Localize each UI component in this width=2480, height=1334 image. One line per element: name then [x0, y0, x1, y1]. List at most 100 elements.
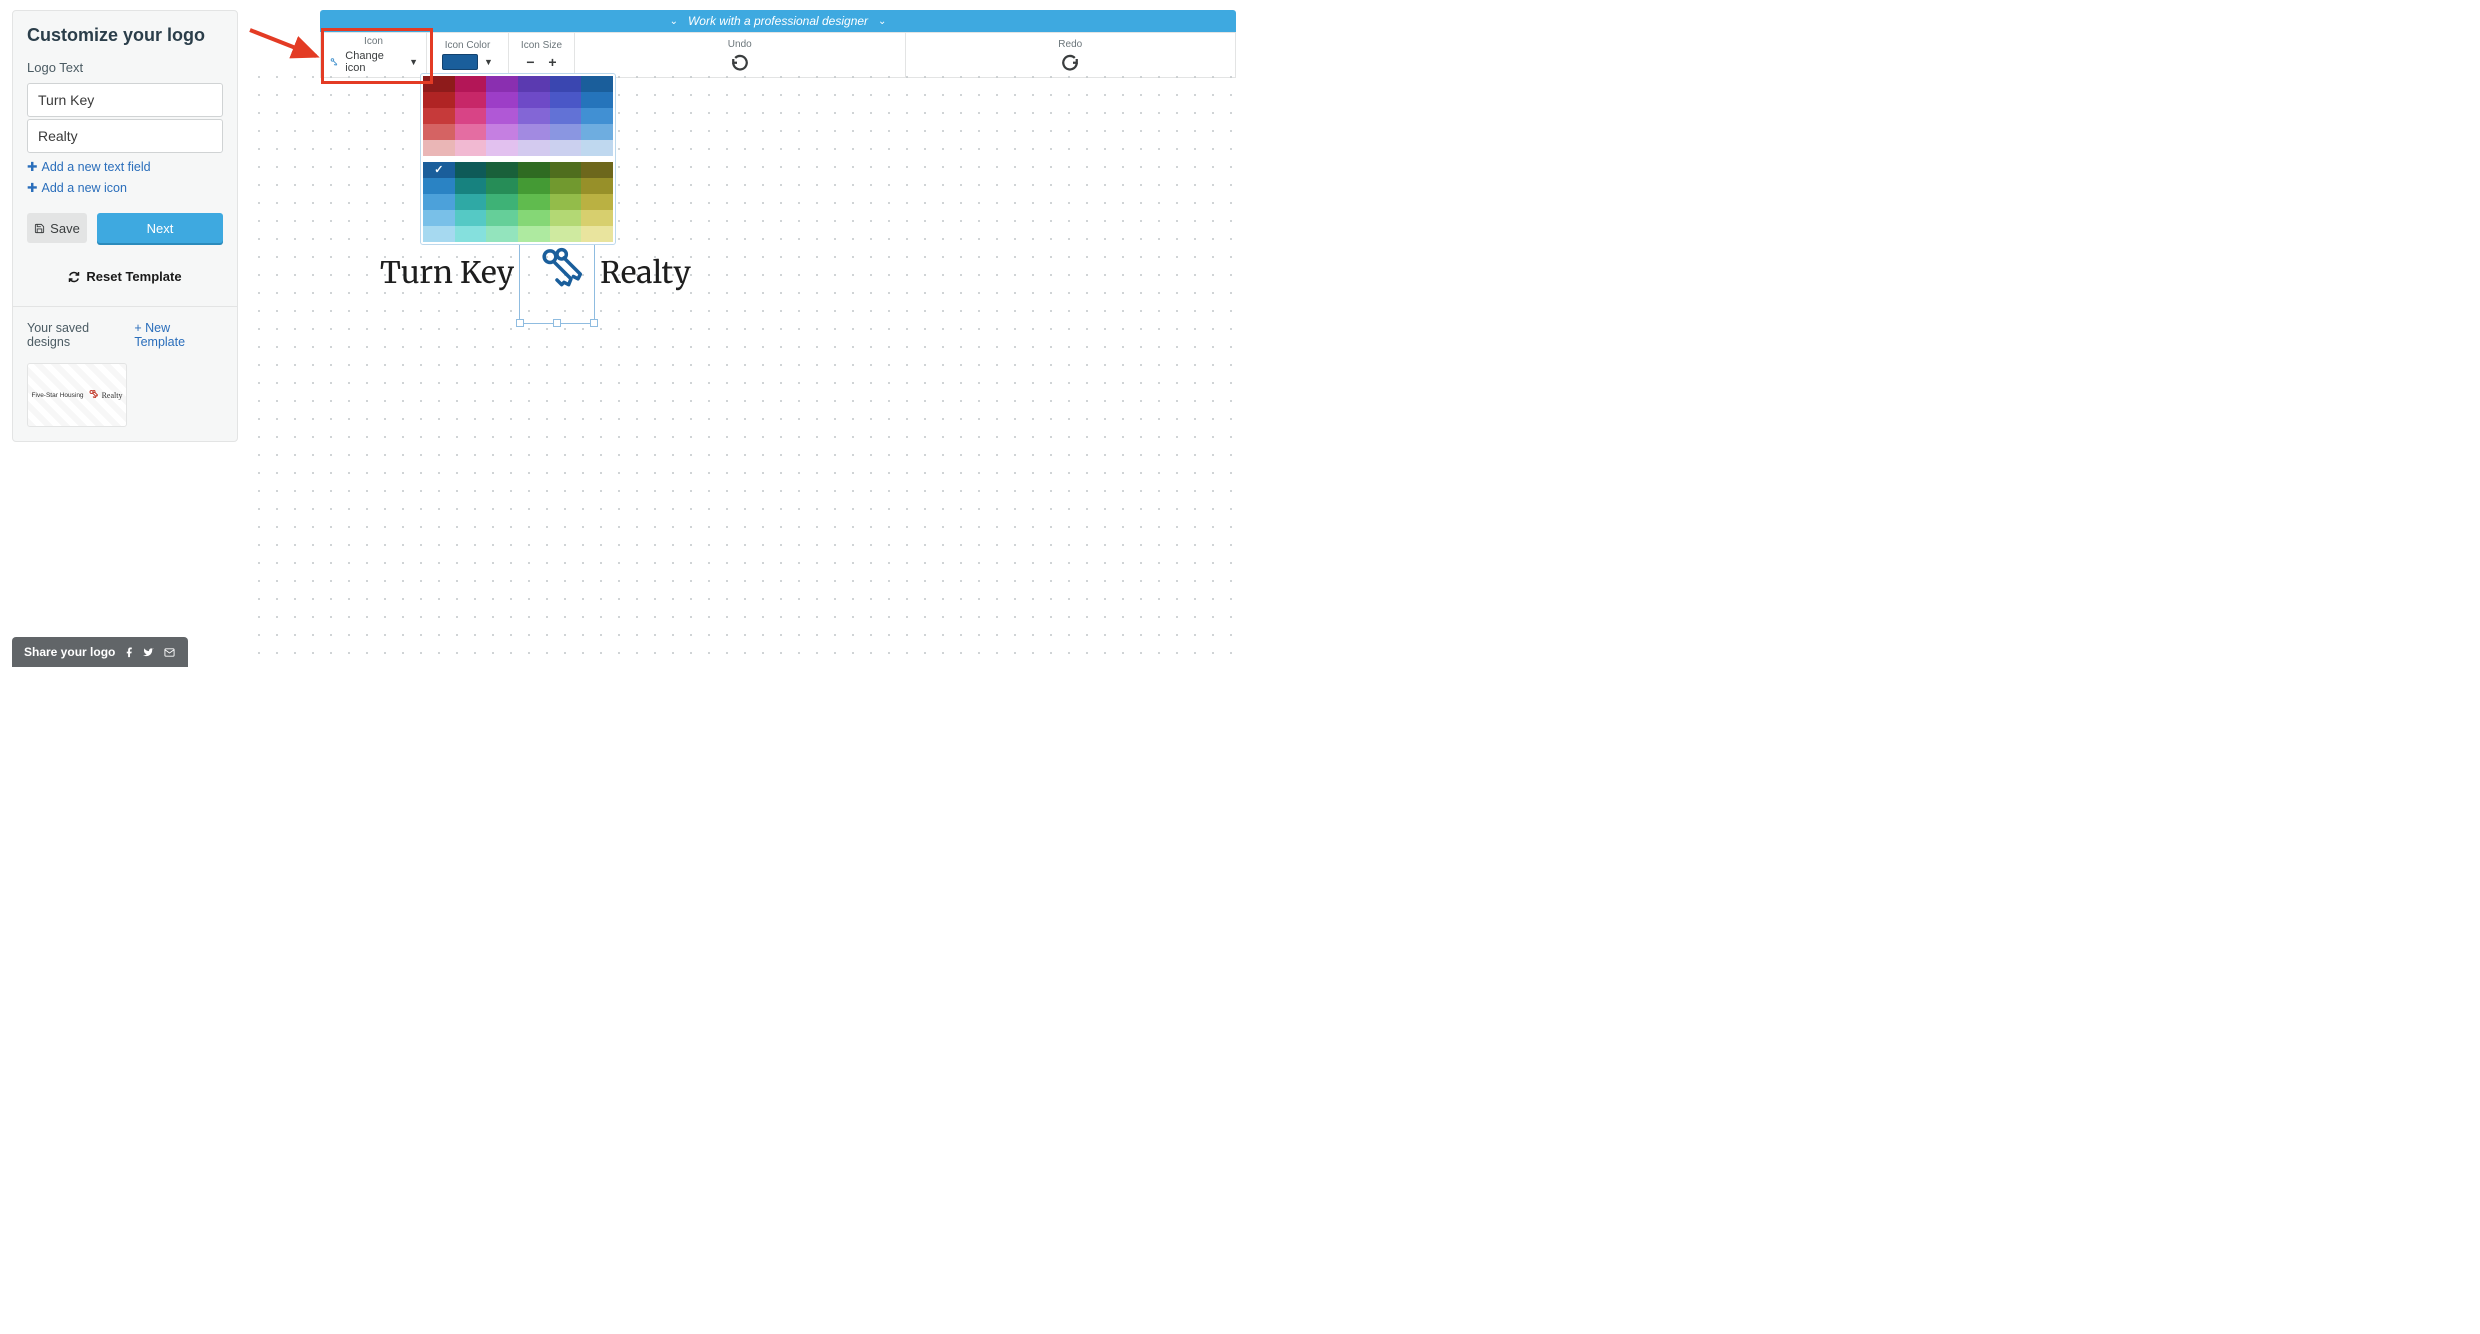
color-swatch[interactable]: [486, 140, 518, 156]
saved-designs-section: Your saved designs + New Template Five-S…: [13, 306, 237, 441]
saved-card-text-left: Five-Star Housing: [32, 392, 84, 399]
color-swatch[interactable]: [581, 210, 613, 226]
refresh-icon: [68, 271, 80, 283]
icon-label: Icon: [329, 36, 418, 47]
color-swatch[interactable]: [455, 178, 487, 194]
add-text-field-link[interactable]: ✚ Add a new text field: [27, 159, 223, 174]
canvas-area[interactable]: [250, 68, 1240, 667]
add-icon-link[interactable]: ✚ Add a new icon: [27, 180, 223, 195]
color-swatch[interactable]: [550, 76, 582, 92]
color-label: Icon Color: [435, 40, 500, 51]
logo-text-line1-input[interactable]: [27, 83, 223, 117]
color-swatch[interactable]: [423, 140, 455, 156]
logo-text-label: Logo Text: [27, 60, 223, 75]
color-swatch[interactable]: [581, 108, 613, 124]
saved-card-text-right: Realty: [102, 391, 123, 400]
color-swatch[interactable]: [423, 124, 455, 140]
color-swatch[interactable]: [518, 226, 550, 242]
color-swatch[interactable]: [423, 178, 455, 194]
color-swatch[interactable]: [518, 108, 550, 124]
color-swatch[interactable]: [518, 140, 550, 156]
color-swatch[interactable]: [486, 162, 518, 178]
color-swatch[interactable]: [423, 210, 455, 226]
chevron-down-icon: ⌄: [670, 16, 678, 27]
annotation-arrow-icon: [248, 22, 328, 72]
color-swatch[interactable]: [455, 226, 487, 242]
facebook-icon[interactable]: [124, 647, 135, 658]
color-swatch[interactable]: [518, 178, 550, 194]
color-swatch[interactable]: [581, 124, 613, 140]
color-swatch[interactable]: [581, 76, 613, 92]
color-swatch[interactable]: [550, 140, 582, 156]
color-swatch[interactable]: [423, 76, 455, 92]
color-swatch[interactable]: [486, 124, 518, 140]
color-swatch[interactable]: [581, 92, 613, 108]
add-text-field-label: Add a new text field: [41, 160, 150, 174]
color-swatch[interactable]: [486, 194, 518, 210]
next-label: Next: [147, 221, 174, 236]
color-swatch[interactable]: [581, 194, 613, 210]
color-swatch[interactable]: [423, 92, 455, 108]
color-swatch[interactable]: [423, 108, 455, 124]
color-swatch[interactable]: [518, 210, 550, 226]
save-icon: [34, 223, 45, 234]
palette-group-2: [423, 162, 613, 242]
color-swatch[interactable]: [423, 194, 455, 210]
color-swatch[interactable]: [486, 76, 518, 92]
color-swatch[interactable]: [423, 226, 455, 242]
color-swatch[interactable]: [518, 124, 550, 140]
color-swatch[interactable]: [550, 178, 582, 194]
color-swatch[interactable]: [486, 226, 518, 242]
color-swatch[interactable]: [455, 210, 487, 226]
logo-text-line2-input[interactable]: [27, 119, 223, 153]
reset-template-link[interactable]: Reset Template: [27, 269, 223, 284]
color-swatch[interactable]: [518, 194, 550, 210]
color-swatch[interactable]: [486, 92, 518, 108]
color-swatch[interactable]: [518, 76, 550, 92]
color-swatch[interactable]: [423, 162, 455, 178]
color-swatch[interactable]: [581, 226, 613, 242]
color-swatch[interactable]: [550, 162, 582, 178]
color-swatch[interactable]: [455, 194, 487, 210]
color-swatch[interactable]: [455, 108, 487, 124]
color-swatch[interactable]: [550, 194, 582, 210]
color-swatch[interactable]: [455, 92, 487, 108]
color-swatch[interactable]: [455, 76, 487, 92]
resize-handle[interactable]: [553, 319, 561, 327]
color-swatch[interactable]: [486, 178, 518, 194]
section-title: Customize your logo: [27, 25, 223, 46]
color-swatch[interactable]: [486, 108, 518, 124]
email-icon[interactable]: [163, 647, 176, 658]
color-swatch[interactable]: [581, 178, 613, 194]
color-swatch[interactable]: [518, 162, 550, 178]
caret-down-icon: ▼: [484, 57, 493, 67]
color-swatch[interactable]: [455, 162, 487, 178]
color-palette-popup: [420, 73, 616, 245]
resize-handle[interactable]: [590, 319, 598, 327]
plus-icon: ✚: [27, 159, 37, 174]
saved-designs-label: Your saved designs: [27, 321, 134, 349]
next-button[interactable]: Next: [97, 213, 223, 243]
share-label: Share your logo: [24, 645, 115, 659]
size-label: Icon Size: [517, 40, 566, 51]
color-swatch[interactable]: [581, 162, 613, 178]
save-label: Save: [50, 221, 80, 236]
color-swatch[interactable]: [550, 226, 582, 242]
sidebar: Customize your logo Logo Text ✚ Add a ne…: [12, 10, 238, 442]
color-swatch[interactable]: [581, 140, 613, 156]
color-swatch[interactable]: [550, 124, 582, 140]
color-swatch[interactable]: [486, 210, 518, 226]
resize-handle[interactable]: [516, 319, 524, 327]
redo-label: Redo: [914, 39, 1228, 50]
color-swatch[interactable]: [550, 92, 582, 108]
designer-bar[interactable]: ⌄ Work with a professional designer ⌄: [320, 10, 1236, 32]
color-swatch[interactable]: [455, 140, 487, 156]
color-swatch[interactable]: [455, 124, 487, 140]
new-template-link[interactable]: + New Template: [134, 321, 223, 349]
color-swatch[interactable]: [550, 108, 582, 124]
twitter-icon[interactable]: [143, 647, 155, 658]
save-button[interactable]: Save: [27, 213, 87, 243]
saved-design-card[interactable]: Five-Star Housing Realty: [27, 363, 127, 427]
color-swatch[interactable]: [518, 92, 550, 108]
color-swatch[interactable]: [550, 210, 582, 226]
